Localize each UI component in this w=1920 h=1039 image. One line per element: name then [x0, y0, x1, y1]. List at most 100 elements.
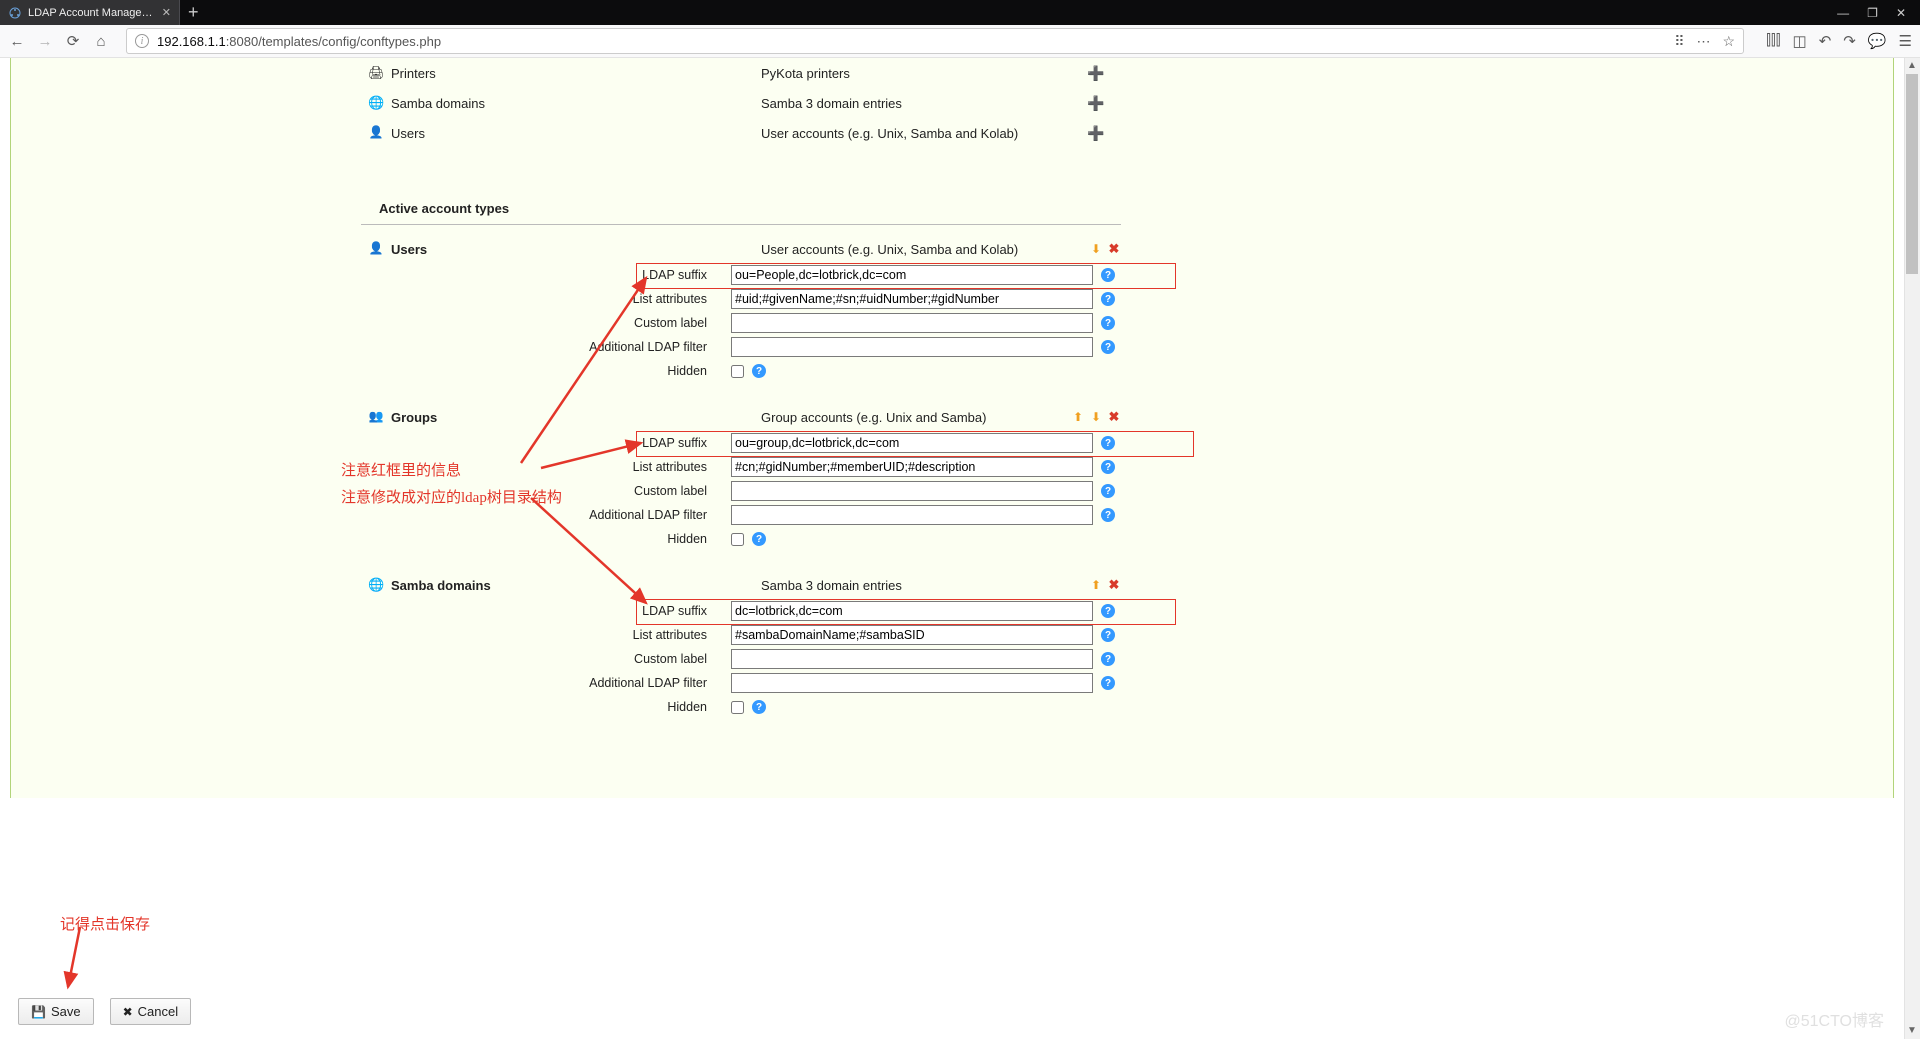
- move-up-icon[interactable]: [1089, 578, 1103, 592]
- help-icon[interactable]: ?: [1101, 604, 1115, 618]
- avail-name: Printers: [391, 66, 761, 81]
- account-block-samba: Samba domains Samba 3 domain entries ✖ L…: [361, 577, 1121, 719]
- chat-icon[interactable]: 💬: [1868, 32, 1887, 50]
- remove-icon[interactable]: ✖: [1107, 242, 1121, 256]
- url-path: :8080/templates/config/conftypes.php: [226, 34, 441, 49]
- window-close-icon[interactable]: ✕: [1896, 6, 1906, 20]
- hidden-checkbox[interactable]: [731, 533, 744, 546]
- label-list-attrs: List attributes: [361, 292, 731, 306]
- remove-icon[interactable]: ✖: [1107, 578, 1121, 592]
- bookmark-star-icon[interactable]: ☆: [1723, 33, 1736, 50]
- tab-close-icon[interactable]: ✕: [162, 6, 171, 19]
- help-icon[interactable]: ?: [1101, 628, 1115, 642]
- annotation-note: 注意红框里的信息 注意修改成对应的ldap树目录结构: [341, 458, 562, 512]
- custom-label-input[interactable]: [731, 481, 1093, 501]
- scroll-down-icon[interactable]: ▼: [1904, 1023, 1920, 1039]
- avail-name: Samba domains: [391, 96, 761, 111]
- window-minimize-icon[interactable]: —: [1837, 6, 1849, 20]
- url-bar[interactable]: i 192.168.1.1:8080/templates/config/conf…: [126, 28, 1744, 54]
- hidden-checkbox[interactable]: [731, 365, 744, 378]
- library-icon[interactable]: ⫿⫿⫿: [1766, 32, 1780, 50]
- reload-button[interactable]: ⟳: [64, 32, 82, 50]
- ldap-filter-input[interactable]: [731, 505, 1093, 525]
- back-button[interactable]: ←: [8, 33, 26, 50]
- move-down-icon[interactable]: [1089, 410, 1103, 424]
- printer-icon: [368, 65, 384, 81]
- help-icon[interactable]: ?: [752, 532, 766, 546]
- custom-label-input[interactable]: [731, 313, 1093, 333]
- account-title: Samba domains: [391, 578, 761, 593]
- label-ldap-suffix: LDAP suffix: [361, 604, 731, 618]
- help-icon[interactable]: ?: [1101, 436, 1115, 450]
- new-tab-button[interactable]: +: [188, 2, 199, 23]
- help-icon[interactable]: ?: [752, 700, 766, 714]
- ldap-suffix-input[interactable]: [731, 265, 1093, 285]
- move-down-icon[interactable]: [1089, 242, 1103, 256]
- vertical-scrollbar[interactable]: ▲ ▼: [1904, 58, 1920, 1039]
- help-icon[interactable]: ?: [1101, 292, 1115, 306]
- avail-name: Users: [391, 126, 761, 141]
- page-content: Printers PyKota printers ➕ Samba domains…: [10, 58, 1894, 798]
- add-type-icon[interactable]: ➕: [1087, 65, 1104, 81]
- user-icon: [368, 241, 384, 257]
- cancel-button[interactable]: ✖Cancel: [110, 998, 192, 1025]
- sidebar-icon[interactable]: ◫: [1793, 32, 1807, 50]
- label-ldap-suffix: LDAP suffix: [361, 268, 731, 282]
- ldap-filter-input[interactable]: [731, 337, 1093, 357]
- label-hidden: Hidden: [361, 364, 731, 378]
- form-buttons: 💾Save ✖Cancel: [18, 998, 191, 1025]
- account-desc: User accounts (e.g. Unix, Samba and Kola…: [761, 242, 1089, 257]
- scroll-up-icon[interactable]: ▲: [1904, 58, 1920, 74]
- avail-desc: Samba 3 domain entries: [761, 96, 1081, 111]
- group-icon: [368, 409, 384, 425]
- label-list-attrs: List attributes: [361, 628, 731, 642]
- menu-icon[interactable]: ☰: [1899, 32, 1912, 50]
- ldap-suffix-input[interactable]: [731, 601, 1093, 621]
- available-type-row: Printers PyKota printers ➕: [361, 58, 1121, 88]
- available-types-table: Printers PyKota printers ➕ Samba domains…: [361, 58, 1121, 148]
- browser-tabstrip: LDAP Account Manager Con ✕ + — ❐ ✕: [0, 0, 1920, 25]
- help-icon[interactable]: ?: [1101, 652, 1115, 666]
- site-info-icon[interactable]: i: [135, 34, 149, 48]
- help-icon[interactable]: ?: [1101, 460, 1115, 474]
- help-icon[interactable]: ?: [1101, 484, 1115, 498]
- help-icon[interactable]: ?: [752, 364, 766, 378]
- list-attrs-input[interactable]: [731, 289, 1093, 309]
- account-title: Groups: [391, 410, 761, 425]
- undo-icon[interactable]: ↶: [1819, 32, 1832, 50]
- avail-desc: User accounts (e.g. Unix, Samba and Kola…: [761, 126, 1081, 141]
- help-icon[interactable]: ?: [1101, 340, 1115, 354]
- label-custom: Custom label: [361, 652, 731, 666]
- hidden-checkbox[interactable]: [731, 701, 744, 714]
- scrollbar-thumb[interactable]: [1906, 74, 1918, 274]
- list-attrs-input[interactable]: [731, 457, 1093, 477]
- list-attrs-input[interactable]: [731, 625, 1093, 645]
- remove-icon[interactable]: ✖: [1107, 410, 1121, 424]
- window-maximize-icon[interactable]: ❐: [1867, 6, 1878, 20]
- help-icon[interactable]: ?: [1101, 676, 1115, 690]
- qr-icon[interactable]: ⠿: [1674, 33, 1684, 50]
- ldap-filter-input[interactable]: [731, 673, 1093, 693]
- account-title: Users: [391, 242, 761, 257]
- avail-desc: PyKota printers: [761, 66, 1081, 81]
- save-icon: 💾: [31, 1005, 46, 1019]
- help-icon[interactable]: ?: [1101, 316, 1115, 330]
- url-host: 192.168.1.1: [157, 34, 226, 49]
- home-button[interactable]: ⌂: [92, 33, 110, 50]
- browser-tab[interactable]: LDAP Account Manager Con ✕: [0, 0, 180, 25]
- save-button[interactable]: 💾Save: [18, 998, 94, 1025]
- redo-icon[interactable]: ↷: [1843, 32, 1856, 50]
- help-icon[interactable]: ?: [1101, 508, 1115, 522]
- cancel-icon: ✖: [123, 1005, 133, 1019]
- user-icon: [368, 125, 384, 141]
- account-desc: Samba 3 domain entries: [761, 578, 1089, 593]
- page-actions-icon[interactable]: ⋯: [1697, 33, 1711, 50]
- move-up-icon[interactable]: [1071, 410, 1085, 424]
- annotation-save-hint: 记得点击保存: [60, 912, 150, 939]
- ldap-suffix-input[interactable]: [731, 433, 1093, 453]
- add-type-icon[interactable]: ➕: [1087, 95, 1104, 111]
- tab-title: LDAP Account Manager Con: [28, 7, 156, 19]
- add-type-icon[interactable]: ➕: [1087, 125, 1104, 141]
- help-icon[interactable]: ?: [1101, 268, 1115, 282]
- custom-label-input[interactable]: [731, 649, 1093, 669]
